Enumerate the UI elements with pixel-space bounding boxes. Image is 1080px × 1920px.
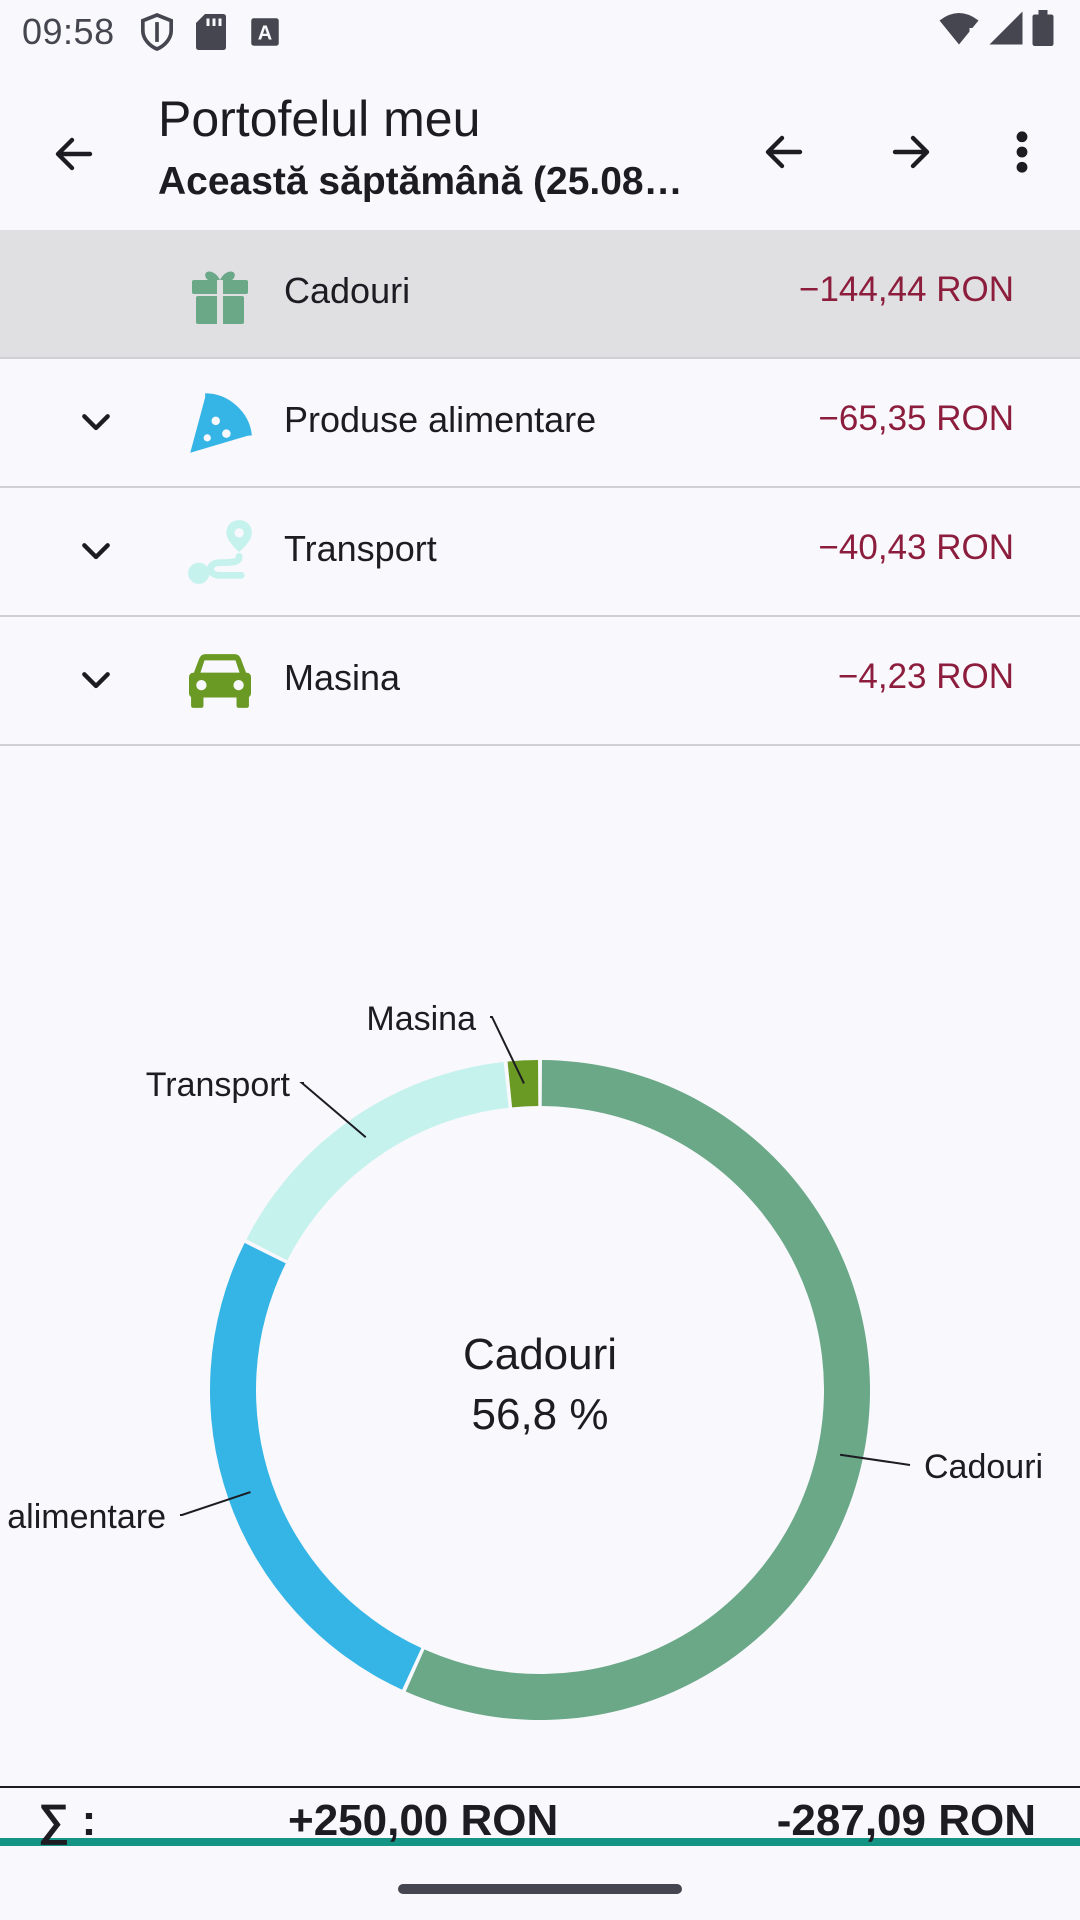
app-bar: Portofelul meu Această săptămână (25.08… xyxy=(0,64,1080,230)
page-subtitle: Această săptămână (25.08… xyxy=(158,160,683,203)
more-options-button[interactable] xyxy=(1000,114,1044,190)
sum-label: ∑ : xyxy=(38,1796,97,1845)
expand-button[interactable] xyxy=(70,655,122,707)
back-arrow-icon xyxy=(55,137,93,171)
category-row-masina[interactable]: Masina −4,23 RON xyxy=(0,617,1080,746)
slice-label-1: alimentare xyxy=(7,1498,166,1536)
category-amount: −40,43 RON xyxy=(818,528,1014,567)
battery-icon xyxy=(1032,10,1054,51)
category-name: Cadouri xyxy=(284,270,411,311)
prev-arrow-icon xyxy=(765,135,803,169)
svg-text:A: A xyxy=(257,23,271,45)
donut-slice-1[interactable] xyxy=(209,1242,422,1690)
chart-center-label: Cadouri xyxy=(462,1330,618,1379)
category-name: Masina xyxy=(284,657,401,698)
slice-label-0: Cadouri xyxy=(924,1448,1043,1486)
wifi-icon xyxy=(938,10,980,51)
chart-center-value: 56,8 % xyxy=(471,1390,609,1439)
category-amount: −4,23 RON xyxy=(837,657,1014,696)
chevron-down-icon xyxy=(82,672,110,689)
signal-icon xyxy=(988,10,1024,51)
total-expense: -287,09 RON xyxy=(776,1796,1036,1845)
chevron-down-icon xyxy=(82,414,110,431)
more-vert-icon xyxy=(1016,131,1028,173)
shield-icon xyxy=(137,12,177,52)
status-time: 09:58 xyxy=(22,11,115,52)
text-a-icon: A xyxy=(245,12,285,52)
category-amount: −65,35 RON xyxy=(818,399,1014,438)
donut-slice-3[interactable] xyxy=(507,1060,539,1108)
category-amount: −144,44 RON xyxy=(799,270,1014,309)
slice-label-2: Transport xyxy=(146,1066,291,1104)
category-row-transport[interactable]: Transport −40,43 RON xyxy=(0,488,1080,617)
category-name: Produse alimentare xyxy=(284,399,597,440)
gift-icon xyxy=(186,260,254,328)
back-button[interactable] xyxy=(36,116,112,192)
category-list: Cadouri −144,44 RON Produse alimentare −… xyxy=(0,230,1080,746)
route-icon xyxy=(186,518,254,586)
category-name: Transport xyxy=(284,528,437,569)
status-right xyxy=(938,10,1054,51)
pizza-icon xyxy=(186,389,254,457)
next-period-button[interactable] xyxy=(873,114,949,190)
next-arrow-icon xyxy=(892,135,930,169)
expand-button[interactable] xyxy=(70,526,122,578)
slice-label-3: Masina xyxy=(366,1000,476,1038)
chevron-down-icon xyxy=(82,543,110,560)
previous-period-button[interactable] xyxy=(746,114,822,190)
category-row-cadouri[interactable]: Cadouri −144,44 RON xyxy=(0,230,1080,359)
leader-line-2 xyxy=(299,1082,367,1139)
status-bar: 09:58 A xyxy=(0,0,1080,64)
totals-footer: ∑ : +250,00 RON -287,09 RON xyxy=(0,1786,1080,1846)
car-icon xyxy=(186,647,254,715)
expand-button[interactable] xyxy=(70,397,122,449)
gesture-navigation-bar[interactable] xyxy=(398,1884,682,1894)
page-title: Portofelul meu xyxy=(158,91,481,147)
sd-card-icon xyxy=(191,12,231,52)
total-income: +250,00 RON xyxy=(288,1796,559,1845)
category-row-produse-alimentare[interactable]: Produse alimentare −65,35 RON xyxy=(0,359,1080,488)
